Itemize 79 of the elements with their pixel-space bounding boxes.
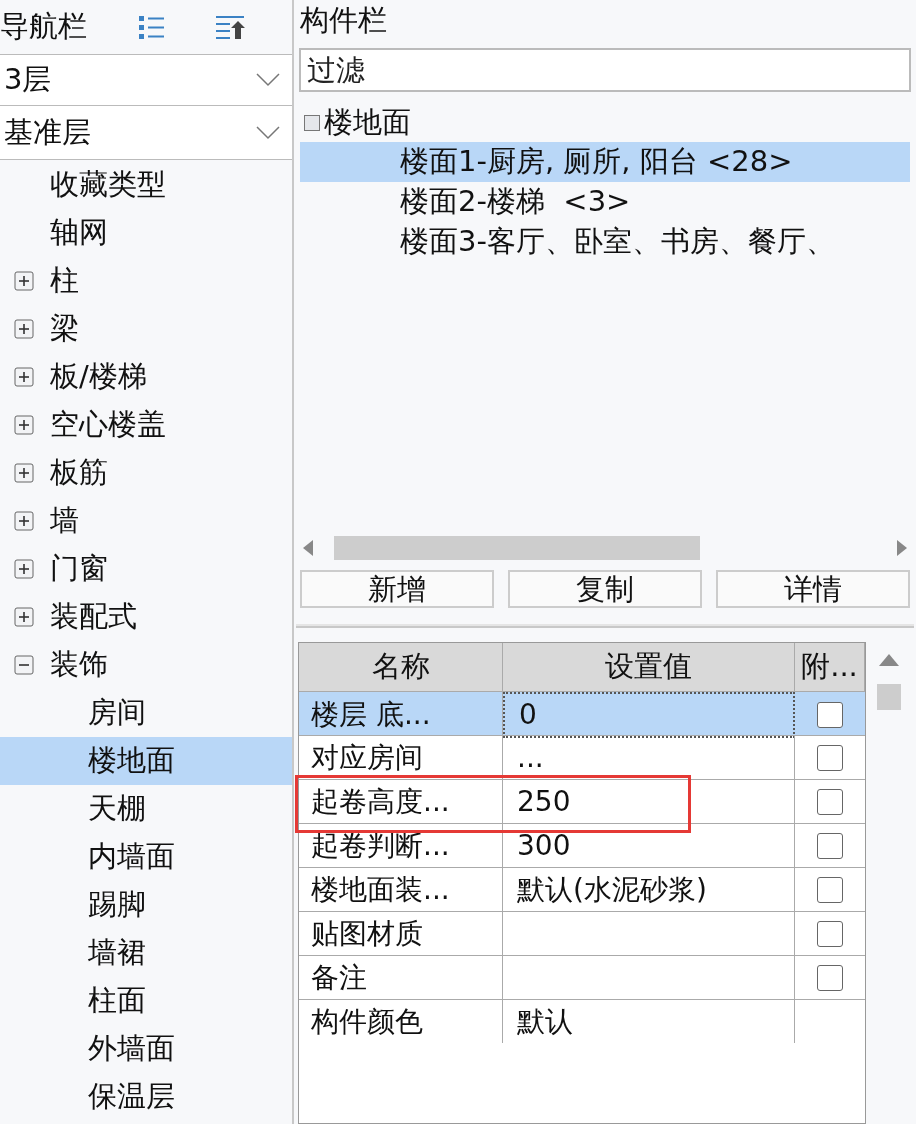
tree-item[interactable]: 装配式 (0, 593, 292, 641)
tree-item[interactable]: 楼面3-客厅、卧室、书房、餐厅、 (300, 222, 910, 262)
tree-item[interactable]: 板/楼梯 (0, 353, 292, 401)
scrollbar-thumb[interactable] (877, 684, 901, 710)
floor-dropdown[interactable]: 3层 (0, 54, 292, 106)
collapse-icon[interactable] (14, 655, 34, 675)
tree-item[interactable]: 房间 (0, 689, 292, 737)
tree-item[interactable]: 柱面 (0, 977, 292, 1025)
tree-item[interactable]: 楼地面 (294, 104, 916, 142)
table-row[interactable]: 楼层 底... 0 (299, 691, 865, 735)
table-row[interactable]: 备注 (299, 955, 865, 999)
table-row[interactable]: 构件颜色 默认 (299, 999, 865, 1043)
table-cell[interactable]: 默认 (503, 1000, 795, 1043)
scroll-up-icon[interactable] (879, 654, 899, 666)
table-row[interactable]: 起卷判断... 300 (299, 823, 865, 867)
checkbox[interactable] (817, 832, 843, 859)
table-cell: 起卷判断... (299, 824, 503, 867)
layer-dropdown[interactable]: 基准层 (0, 106, 292, 160)
tree-item[interactable]: 收藏类型 (0, 161, 292, 209)
checkbox[interactable] (817, 920, 843, 947)
panel-title: 导航栏 (0, 8, 87, 46)
toolbar-button[interactable]: 新增 (300, 570, 494, 608)
checkbox[interactable] (817, 788, 843, 815)
expand-icon[interactable] (14, 319, 34, 339)
table-cell[interactable]: 300 (503, 824, 795, 867)
tree-item[interactable]: 轴网 (0, 209, 292, 257)
tree-item[interactable]: 柱 (0, 257, 292, 305)
tree-item[interactable]: 外墙面 (0, 1025, 292, 1073)
tree-item[interactable]: 板筋 (0, 449, 292, 497)
table-row[interactable]: 对应房间 ... (299, 735, 865, 779)
table-cell: 楼地面装... (299, 868, 503, 911)
table-cell[interactable]: 默认(水泥砂浆) (503, 868, 795, 911)
table-row[interactable]: 楼地面装... 默认(水泥砂浆) (299, 867, 865, 911)
table-cell: 贴图材质 (299, 912, 503, 955)
expand-icon[interactable] (14, 367, 34, 387)
scrollbar-thumb[interactable] (334, 536, 700, 560)
checkbox[interactable] (817, 876, 843, 903)
tree-item[interactable]: 内墙面 (0, 833, 292, 881)
table-cell[interactable]: 0 (503, 692, 795, 738)
tree-item[interactable]: 梁 (0, 305, 292, 353)
checkbox[interactable] (817, 964, 843, 991)
tree-item[interactable]: 楼地面 (0, 737, 292, 785)
tree-item[interactable]: 踢脚 (0, 881, 292, 929)
scroll-left-icon[interactable] (302, 540, 314, 556)
table-cell: 楼层 底... (299, 692, 503, 738)
table-cell[interactable]: ... (503, 736, 795, 779)
scroll-right-icon[interactable] (896, 540, 908, 556)
tree-item[interactable]: 墙裙 (0, 929, 292, 977)
tree-item[interactable]: 楼面1-厨房, 厕所, 阳台 <28> (300, 142, 910, 182)
tree-item[interactable]: 楼面2-楼梯 <3> (300, 182, 910, 222)
expand-icon[interactable] (14, 415, 34, 435)
toolbar-button[interactable]: 复制 (508, 570, 702, 608)
expand-icon[interactable] (14, 607, 34, 627)
expand-icon[interactable] (14, 463, 34, 483)
collapse-up-icon[interactable] (215, 13, 247, 41)
list-view-icon[interactable] (137, 13, 167, 41)
tree-item[interactable]: 墙 (0, 497, 292, 545)
table-row[interactable]: 起卷高度... 250 (299, 779, 865, 823)
checkbox[interactable] (817, 744, 843, 771)
expand-icon[interactable] (14, 511, 34, 531)
toolbar-button[interactable]: 详情 (716, 570, 910, 608)
tree-item[interactable]: 装饰 (0, 641, 292, 689)
table-cell: 起卷高度... (299, 780, 503, 823)
expand-icon[interactable] (14, 271, 34, 291)
filter-field[interactable]: 过滤 (299, 48, 911, 92)
table-cell: 构件颜色 (299, 1000, 503, 1043)
chevron-down-icon[interactable] (256, 73, 280, 87)
tree-item[interactable]: 空心楼盖 (0, 401, 292, 449)
table-cell: 对应房间 (299, 736, 503, 779)
table-cell[interactable]: 250 (503, 780, 795, 823)
expand-icon[interactable] (14, 559, 34, 579)
panel-title: 构件栏 (300, 2, 388, 39)
checkbox[interactable] (817, 702, 843, 728)
tree-item[interactable]: 门窗 (0, 545, 292, 593)
tree-item[interactable]: 天棚 (0, 785, 292, 833)
table-row[interactable]: 贴图材质 (299, 911, 865, 955)
table-cell: 备注 (299, 956, 503, 999)
tree-item[interactable]: 保温层 (0, 1073, 292, 1121)
chevron-down-icon[interactable] (256, 125, 280, 140)
